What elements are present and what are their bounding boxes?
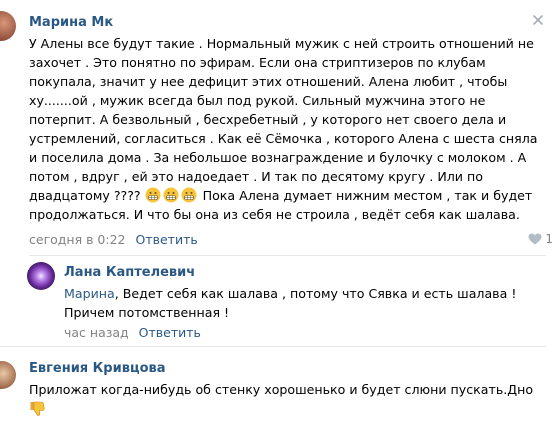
comment-author[interactable]: Евгения Кривцова — [29, 361, 166, 376]
heart-icon — [528, 233, 542, 245]
comment-text-segment: Пока Алена думает нижним местом , так и … — [202, 188, 533, 203]
comment-text-line: ху.......ой , мужик всегда был под рукой… — [29, 93, 486, 108]
comment-meta: час назад Ответить — [64, 325, 201, 340]
comment-text-line: Марина, Ведет себя как шалава , потому ч… — [64, 284, 544, 303]
thumbs-down-emoji — [30, 401, 45, 416]
comment-text: Марина, Ведет себя как шалава , потому ч… — [64, 284, 544, 322]
avatar[interactable] — [0, 361, 16, 389]
like-button[interactable]: 1 — [528, 232, 553, 246]
comment-text-line: покупала, значит у нее дефицит этих отно… — [29, 74, 508, 89]
comment-author[interactable]: Лана Каптелевич — [64, 265, 195, 280]
comment-text-line: устремлений, согласиться . Как её Сёмочк… — [29, 131, 538, 146]
mention-link[interactable]: Марина — [64, 286, 115, 301]
comment-time[interactable]: сегодня в 0:22 — [29, 232, 126, 247]
comment-text-segment: двадцатому ???? — [29, 188, 141, 203]
comment-meta: сегодня в 0:22 Ответить — [29, 232, 198, 247]
reply-button[interactable]: Ответить — [139, 325, 201, 340]
close-icon[interactable] — [532, 14, 544, 26]
grinning-emoji — [145, 187, 161, 203]
avatar[interactable] — [27, 262, 55, 290]
grinning-emoji — [181, 187, 197, 203]
comment-text: Приложат когда-нибудь об стенку хорошень… — [29, 380, 554, 399]
comment-text-line: продолжаться. И что бы она из себя не ст… — [29, 207, 520, 222]
comment-text: У Алены все будут такие . Нормальный муж… — [29, 34, 549, 224]
avatar[interactable] — [0, 11, 16, 41]
comment-evgenia: Евгения Кривцова Приложат когда-нибудь о… — [0, 347, 556, 423]
comment-text-line: Приложат когда-нибудь об стенку хорошень… — [29, 382, 534, 397]
grinning-emoji — [163, 187, 179, 203]
comment-author[interactable]: Марина Мк — [29, 15, 113, 30]
comment-time[interactable]: час назад — [64, 325, 129, 340]
like-count: 1 — [545, 232, 553, 246]
comment-text-line: У Алены все будут такие . Нормальный муж… — [29, 36, 534, 51]
comment-text-line: Причем потомственная ! — [64, 305, 230, 320]
comment-marina: Марина Мк У Алены все будут такие . Норм… — [0, 0, 556, 255]
comment-text-segment: , Ведет себя как шалава , потому что Сяв… — [114, 286, 517, 301]
comment-text-line: и поселила дома . За небольшое вознаграж… — [29, 150, 527, 165]
comment-lana: Лана Каптелевич Марина, Ведет себя как ш… — [0, 256, 556, 346]
reply-button[interactable]: Ответить — [135, 232, 197, 247]
comment-text-line: потерпит. А безвольный , бесхребетный , … — [29, 112, 507, 127]
comment-text-line: потом , вдруг , ей это надоедает . И так… — [29, 169, 483, 184]
comment-text-line: двадцатому ???? Пока Алена думает нижним… — [29, 186, 549, 205]
comment-text-line: захочет . Это понятно по эфирам. Если он… — [29, 55, 486, 70]
